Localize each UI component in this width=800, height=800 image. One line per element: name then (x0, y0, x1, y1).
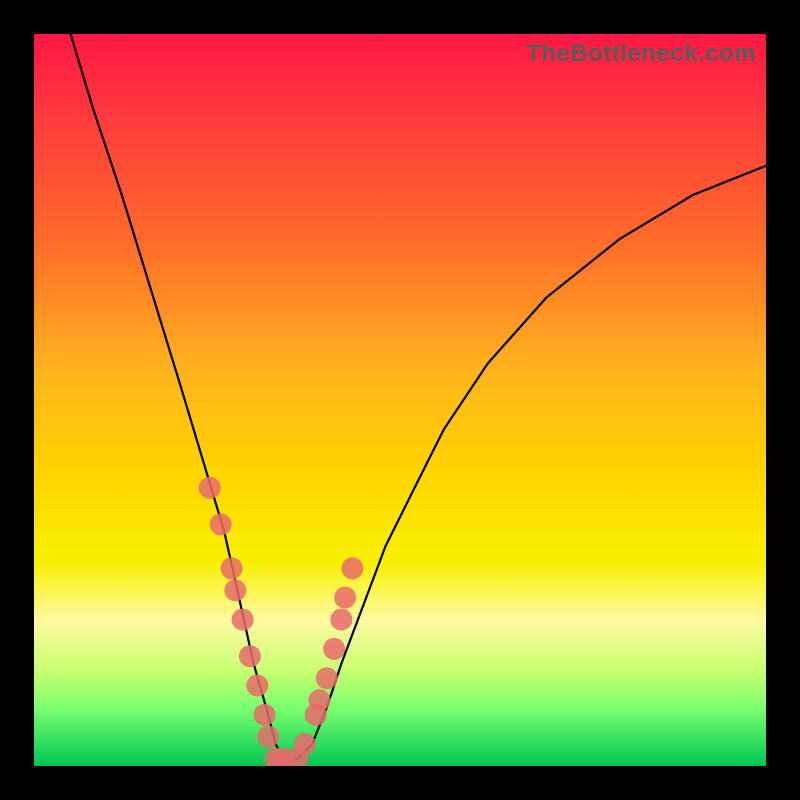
curve-marker (334, 587, 356, 609)
curve-marker (254, 704, 276, 726)
curve-marker (341, 557, 363, 579)
curve-marker (323, 638, 345, 660)
curve-marker (239, 645, 261, 667)
curve-marker (246, 675, 268, 697)
plot-area: TheBottleneck.com (34, 34, 766, 766)
chart-stage: TheBottleneck.com (0, 0, 800, 800)
curve-marker (257, 726, 279, 748)
curve-marker (232, 609, 254, 631)
curve-marker (294, 733, 316, 755)
marker-group (199, 477, 364, 766)
curve-marker (330, 609, 352, 631)
curve-marker (221, 557, 243, 579)
bottleneck-curve (71, 34, 766, 759)
curve-marker (210, 513, 232, 535)
curve-marker (224, 579, 246, 601)
chart-svg (34, 34, 766, 766)
curve-marker (199, 477, 221, 499)
curve-marker (316, 667, 338, 689)
curve-marker (309, 689, 331, 711)
